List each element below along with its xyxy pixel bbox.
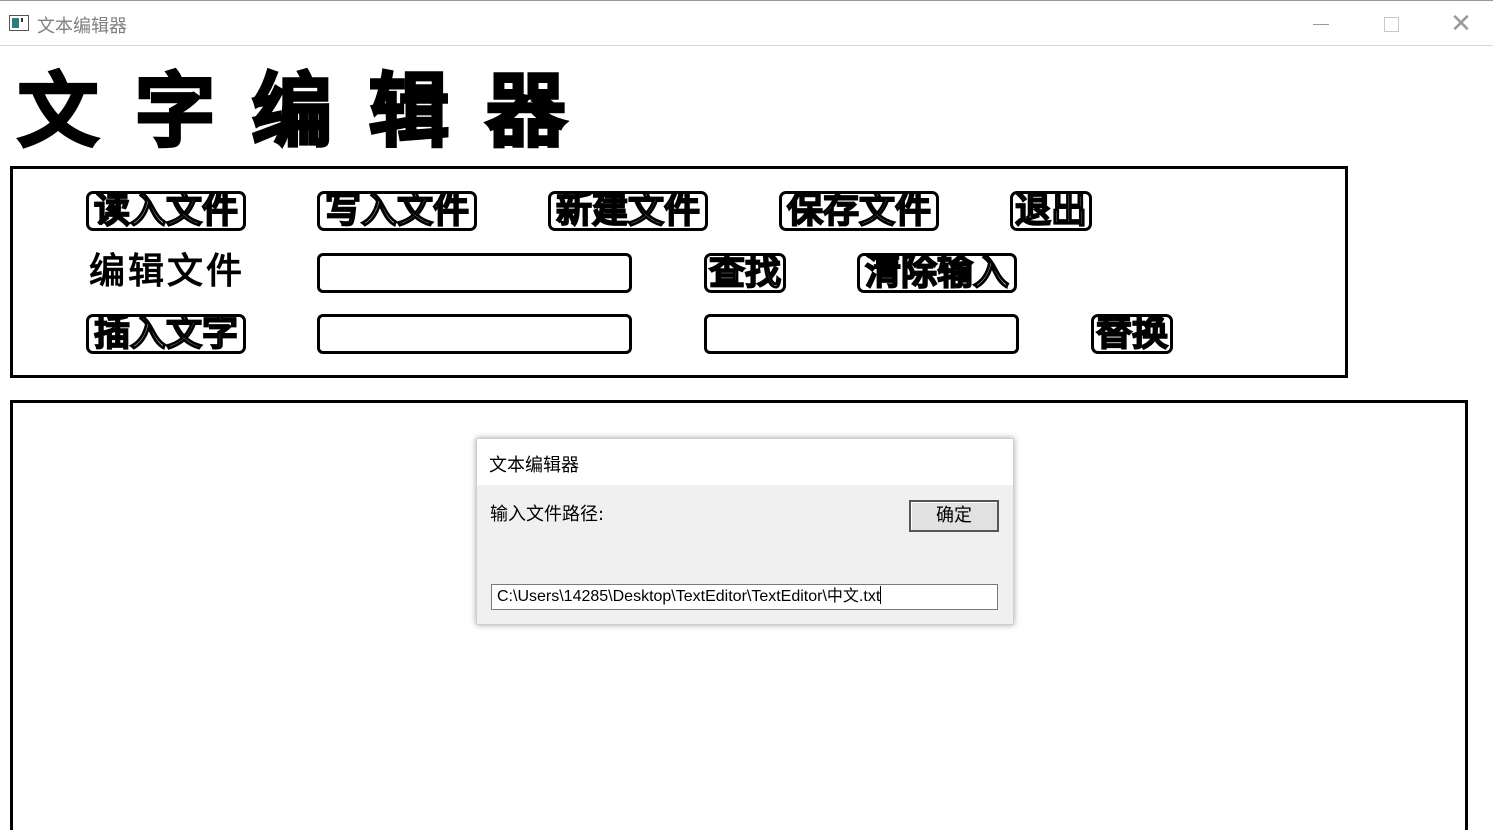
- window-title: 文本编辑器: [37, 16, 127, 37]
- page-title: 文字编辑器: [17, 64, 603, 159]
- clear-input-button[interactable]: 清除输入: [857, 253, 1017, 293]
- ok-button[interactable]: 确定: [909, 500, 999, 532]
- read-file-button[interactable]: 读入文件: [86, 191, 246, 231]
- insert-text-button[interactable]: 插入文字: [86, 314, 246, 354]
- search-input[interactable]: [317, 253, 632, 293]
- minimize-icon[interactable]: [1298, 9, 1344, 39]
- exit-button[interactable]: 退出: [1010, 191, 1092, 231]
- replace-text-input[interactable]: [704, 314, 1019, 354]
- dialog-prompt-label: 输入文件路径:: [490, 504, 605, 525]
- edit-file-label: 编辑文件: [89, 251, 246, 292]
- new-file-button[interactable]: 新建文件: [548, 191, 708, 231]
- find-button[interactable]: 查找: [704, 253, 786, 293]
- text-caret: [880, 586, 882, 604]
- dialog-header: 文本编辑器: [477, 439, 1013, 485]
- replace-button[interactable]: 替换: [1091, 314, 1173, 354]
- insert-text-input[interactable]: [317, 314, 632, 354]
- write-file-button[interactable]: 写入文件: [317, 191, 477, 231]
- file-path-value: C:\Users\14285\Desktop\TextEditor\TextEd…: [497, 588, 881, 605]
- dialog-title: 文本编辑器: [489, 455, 579, 476]
- close-icon[interactable]: ✕: [1438, 9, 1484, 39]
- file-path-dialog: 文本编辑器 输入文件路径: 确定 C:\Users\14285\Desktop\…: [476, 438, 1014, 625]
- control-panel: 读入文件 写入文件 新建文件 保存文件 退出 编辑文件 查找 清除输入 插入文字…: [10, 166, 1348, 378]
- window-titlebar: 文本编辑器 ✕: [0, 0, 1493, 46]
- app-icon: [9, 15, 29, 31]
- maximize-icon[interactable]: [1368, 9, 1414, 39]
- save-file-button[interactable]: 保存文件: [779, 191, 939, 231]
- file-path-input[interactable]: C:\Users\14285\Desktop\TextEditor\TextEd…: [491, 584, 998, 610]
